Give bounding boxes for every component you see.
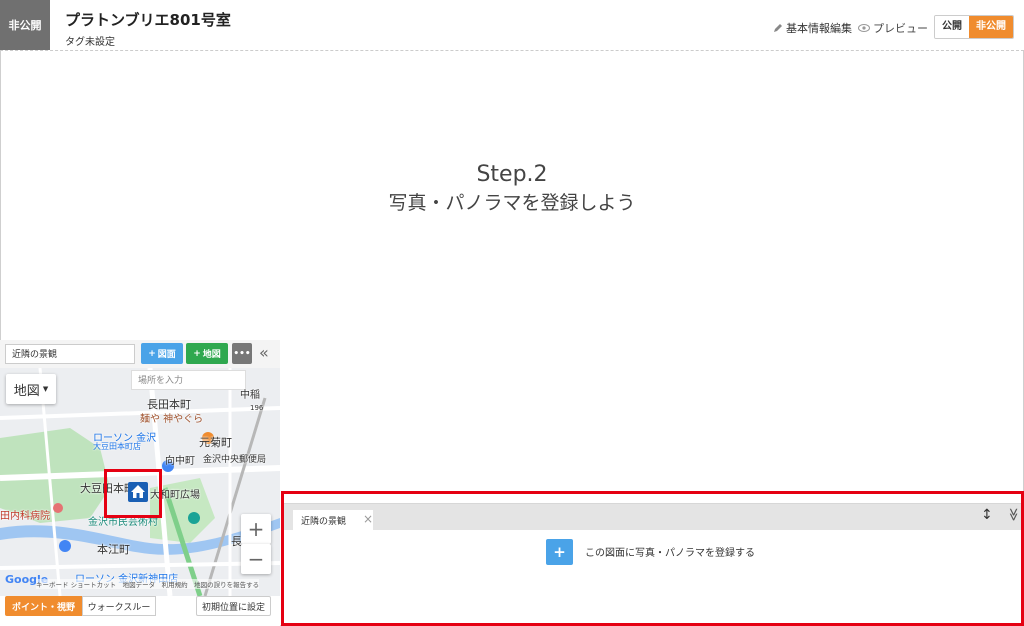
map-label: 金沢中央郵便局 [203, 455, 267, 465]
preview-button[interactable]: プレビュー [858, 20, 928, 36]
add-plan-button[interactable]: + 図面 [141, 343, 183, 364]
map-label: 大豆田本町店 [93, 442, 141, 451]
preview-label: プレビュー [873, 22, 928, 35]
status-badge: 非公開 [0, 0, 50, 50]
fold-down-icon[interactable]: ≫ [1005, 508, 1020, 522]
tag-status[interactable]: タグ未設定 [65, 33, 115, 48]
add-photo-label[interactable]: この図面に写真・パノラマを登録する [585, 544, 755, 559]
private-button[interactable]: 非公開 [969, 16, 1013, 38]
map-label: 田内科病院 [0, 511, 50, 522]
plus-icon: + [148, 348, 156, 359]
map-panel: 近隣の景観 + 図面 + 地図 ••• « 地図 ▼ 場所を入力 中稲 196 … [0, 340, 280, 626]
map-view[interactable]: 地図 ▼ 場所を入力 中稲 196 長田本町 麺や 神やぐら ローソン 金沢 大… [0, 368, 280, 596]
map-panel-footer: ポイント・視野 ウォークスルー 初期位置に設定 [0, 596, 280, 626]
map-label: 麺や 神やぐら [140, 414, 204, 425]
set-initial-position-button[interactable]: 初期位置に設定 [196, 596, 271, 616]
collapse-panel-icon[interactable]: « [259, 343, 269, 363]
map-type-label: 地図 [13, 383, 40, 399]
resize-icon[interactable]: ↕ [981, 507, 993, 523]
add-map-button[interactable]: + 地図 [186, 343, 228, 364]
map-label: 向中町 [165, 456, 195, 467]
caret-down-icon: ▼ [42, 385, 49, 393]
map-label: 元菊町 [199, 436, 232, 449]
plus-icon: + [193, 348, 201, 359]
map-label: 中稲 [240, 390, 260, 401]
photo-tab-bar: 近隣の景観 × ↕ ≫ [284, 503, 1021, 530]
add-plan-label: 図面 [157, 350, 176, 360]
mode-walkthrough-button[interactable]: ウォークスルー [82, 596, 156, 616]
step-title: Step.2 [476, 162, 548, 187]
add-photo-button[interactable]: + [546, 539, 573, 565]
map-route-label: 196 [250, 404, 264, 412]
plan-name-field[interactable]: 近隣の景観 [5, 344, 135, 364]
eye-icon [858, 24, 870, 32]
map-label: 本江町 [97, 543, 130, 556]
more-options-button[interactable]: ••• [232, 343, 252, 364]
public-button[interactable]: 公開 [935, 16, 969, 38]
edit-label: 基本情報編集 [786, 22, 852, 35]
map-toolbar: 近隣の景観 + 図面 + 地図 ••• « [0, 340, 280, 368]
add-map-label: 地図 [202, 350, 221, 360]
header: 非公開 プラトンブリエ801号室 タグ未設定 基本情報編集 プレビュー 公開 非… [0, 0, 1024, 51]
tab-nearby-view[interactable]: 近隣の景観 × [293, 510, 373, 530]
step-message: 写真・パノラマを登録しよう [388, 192, 636, 214]
tab-label: 近隣の景観 [301, 516, 347, 527]
mode-point-view-button[interactable]: ポイント・視野 [5, 596, 82, 616]
photo-panel: 近隣の景観 × ↕ ≫ + この図面に写真・パノラマを登録する [281, 491, 1024, 626]
close-icon[interactable]: × [363, 512, 373, 526]
publish-toggle: 公開 非公開 [934, 15, 1014, 39]
marker-highlight [104, 469, 162, 518]
edit-basic-info-button[interactable]: 基本情報編集 [773, 20, 852, 36]
pencil-icon [774, 24, 782, 32]
map-attribution[interactable]: キーボード ショートカット 地図データ 利用規約 地図の誤りを報告する [36, 579, 260, 589]
page-title: プラトンブリエ801号室 [65, 11, 231, 29]
zoom-out-button[interactable]: − [241, 544, 271, 574]
zoom-in-button[interactable]: + [241, 514, 271, 544]
place-search-input[interactable]: 場所を入力 [131, 370, 246, 390]
map-type-selector[interactable]: 地図 ▼ [6, 374, 56, 404]
